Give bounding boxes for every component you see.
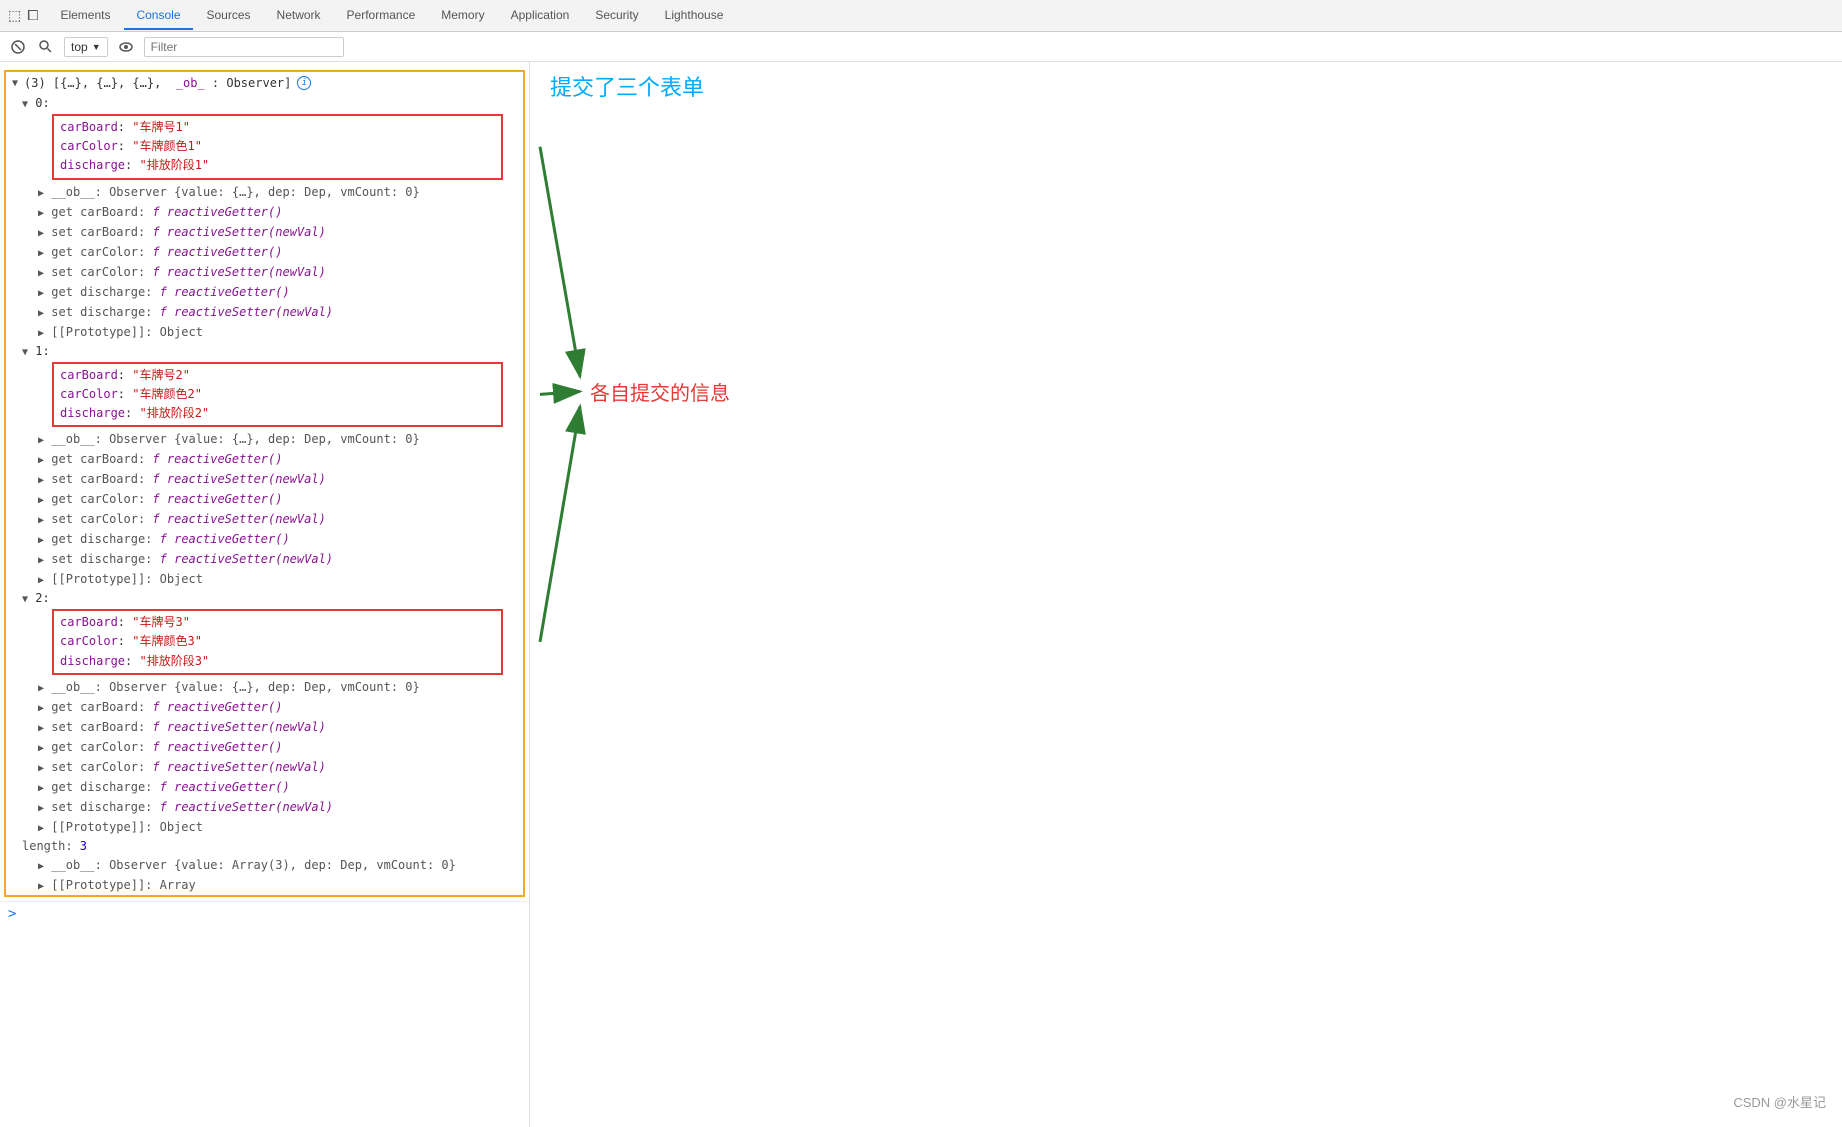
section-0-label[interactable]: ▼ ▼ 0:0:	[22, 94, 523, 112]
obj2-set-discharge[interactable]: ▶ set discharge: f reactiveSetter(newVal…	[38, 797, 523, 817]
ob-bottom-line[interactable]: ▶ __ob__: Observer {value: Array(3), dep…	[22, 855, 523, 875]
obj2-discharge: discharge: "排放阶段3"	[60, 652, 495, 671]
obj2-carcolor: carColor: "车牌颜色3"	[60, 632, 495, 651]
obj0-get-carboard[interactable]: ▶ get carBoard: f reactiveGetter()	[38, 202, 523, 222]
tab-sources[interactable]: Sources	[195, 2, 263, 30]
obj2-prototype[interactable]: ▶ [[Prototype]]: Object	[38, 817, 523, 837]
section-1-label[interactable]: ▼ 1:	[22, 342, 523, 360]
section-0: ▼ ▼ 0:0: carBoard: "车牌号1" carColor: "车牌颜…	[6, 94, 523, 342]
obj1-highlight: carBoard: "车牌号2" carColor: "车牌颜色2" disch…	[52, 362, 503, 428]
device-icon[interactable]: ⧠	[27, 7, 38, 24]
ob-bottom: ▶ __ob__: Observer {value: Array(3), dep…	[6, 855, 523, 895]
obj2-get-discharge[interactable]: ▶ get discharge: f reactiveGetter()	[38, 777, 523, 797]
obj1-get-discharge[interactable]: ▶ get discharge: f reactiveGetter()	[38, 529, 523, 549]
tab-elements[interactable]: Elements	[48, 2, 122, 30]
tab-lighthouse[interactable]: Lighthouse	[653, 2, 736, 30]
array-header[interactable]: ▼ (3) [{…}, {…}, {…}, _ob_ : Observer] i	[6, 72, 523, 94]
obj2-carboard: carBoard: "车牌号3"	[60, 613, 495, 632]
obj0-highlight: carBoard: "车牌号1" carColor: "车牌颜色1" disch…	[52, 114, 503, 180]
annotation-title: 提交了三个表单	[550, 70, 704, 102]
obj1-discharge: discharge: "排放阶段2"	[60, 404, 495, 423]
tab-console[interactable]: Console	[124, 2, 192, 30]
filter-input[interactable]	[144, 37, 344, 57]
tab-security[interactable]: Security	[583, 2, 650, 30]
obj1-prototype[interactable]: ▶ [[Prototype]]: Object	[38, 569, 523, 589]
obj1-carcolor: carColor: "车牌颜色2"	[60, 385, 495, 404]
csdn-watermark: CSDN @水星记	[1733, 1092, 1826, 1111]
obj0-set-carcolor[interactable]: ▶ set carColor: f reactiveSetter(newVal)	[38, 262, 523, 282]
array-triangle: ▼	[12, 78, 18, 89]
tab-application[interactable]: Application	[499, 2, 582, 30]
console-prompt[interactable]: >	[0, 901, 529, 926]
console-panel: ▼ (3) [{…}, {…}, {…}, _ob_ : Observer] i…	[0, 62, 530, 1127]
obj1-carboard: carBoard: "车牌号2"	[60, 366, 495, 385]
obj2-get-carcolor[interactable]: ▶ get carColor: f reactiveGetter()	[38, 737, 523, 757]
obj1-set-carboard[interactable]: ▶ set carBoard: f reactiveSetter(newVal)	[38, 469, 523, 489]
annotation-info: 各自提交的信息	[590, 377, 730, 406]
context-selector[interactable]: top ▼	[64, 37, 108, 57]
obj1-details: ▶ __ob__: Observer {value: {…}, dep: Dep…	[22, 429, 523, 589]
section-2: ▼ 2: carBoard: "车牌号3" carColor: "车牌颜色3" …	[6, 589, 523, 837]
inspect-icon[interactable]: ⬚	[8, 7, 21, 24]
console-content: ▼ (3) [{…}, {…}, {…}, _ob_ : Observer] i…	[0, 62, 1842, 1127]
clear-console-button[interactable]	[8, 37, 28, 57]
info-icon[interactable]: i	[297, 76, 311, 90]
filter-icon-button[interactable]	[36, 37, 56, 57]
tab-network[interactable]: Network	[265, 2, 333, 30]
devtools-tab-bar: ⬚ ⧠ Elements Console Sources Network Per…	[0, 0, 1842, 32]
obj1-set-carcolor[interactable]: ▶ set carColor: f reactiveSetter(newVal)	[38, 509, 523, 529]
obj0-set-discharge[interactable]: ▶ set discharge: f reactiveSetter(newVal…	[38, 302, 523, 322]
obj2-ob[interactable]: ▶ __ob__: Observer {value: {…}, dep: Dep…	[38, 677, 523, 697]
obj2-highlight: carBoard: "车牌号3" carColor: "车牌颜色3" disch…	[52, 609, 503, 675]
obj0-get-discharge[interactable]: ▶ get discharge: f reactiveGetter()	[38, 282, 523, 302]
section-1: ▼ 1: carBoard: "车牌号2" carColor: "车牌颜色2" …	[6, 342, 523, 590]
console-log-area: ▼ (3) [{…}, {…}, {…}, _ob_ : Observer] i…	[0, 62, 529, 930]
obj0-get-carcolor[interactable]: ▶ get carColor: f reactiveGetter()	[38, 242, 523, 262]
obj0-set-carboard[interactable]: ▶ set carBoard: f reactiveSetter(newVal)	[38, 222, 523, 242]
obj1-get-carcolor[interactable]: ▶ get carColor: f reactiveGetter()	[38, 489, 523, 509]
obj2-set-carcolor[interactable]: ▶ set carColor: f reactiveSetter(newVal)	[38, 757, 523, 777]
eye-icon-button[interactable]	[116, 37, 136, 57]
array-output-container: ▼ (3) [{…}, {…}, {…}, _ob_ : Observer] i…	[4, 70, 525, 897]
arrows-svg	[530, 62, 1842, 1127]
obj1-set-discharge[interactable]: ▶ set discharge: f reactiveSetter(newVal…	[38, 549, 523, 569]
obj2-get-carboard[interactable]: ▶ get carBoard: f reactiveGetter()	[38, 697, 523, 717]
console-toolbar: top ▼	[0, 32, 1842, 62]
obj0-carcolor: carColor: "车牌颜色1"	[60, 137, 495, 156]
tab-memory[interactable]: Memory	[429, 2, 496, 30]
obj1-get-carboard[interactable]: ▶ get carBoard: f reactiveGetter()	[38, 449, 523, 469]
obj0-ob[interactable]: ▶ __ob__: Observer {value: {…}, dep: Dep…	[38, 182, 523, 202]
tab-performance[interactable]: Performance	[335, 2, 428, 30]
prompt-arrow: >	[8, 906, 16, 922]
section-2-label[interactable]: ▼ 2:	[22, 589, 523, 607]
obj0-carboard: carBoard: "车牌号1"	[60, 118, 495, 137]
chevron-down-icon: ▼	[92, 42, 101, 52]
obj0-details: ▶ __ob__: Observer {value: {…}, dep: Dep…	[22, 182, 523, 342]
context-label: top	[71, 40, 88, 54]
obj0-prototype[interactable]: ▶ [[Prototype]]: Object	[38, 322, 523, 342]
array-header-text: (3) [{…}, {…}, {…}, _ob_ : Observer]	[24, 76, 291, 90]
obj0-discharge: discharge: "排放阶段1"	[60, 156, 495, 175]
obj2-set-carboard[interactable]: ▶ set carBoard: f reactiveSetter(newVal)	[38, 717, 523, 737]
annotation-panel: 提交了三个表单 各自提交的信息	[530, 62, 1842, 1127]
obj2-details: ▶ __ob__: Observer {value: {…}, dep: Dep…	[22, 677, 523, 837]
prototype-array-line[interactable]: ▶ [[Prototype]]: Array	[22, 875, 523, 895]
length-line: length: 3	[6, 837, 523, 855]
obj1-ob[interactable]: ▶ __ob__: Observer {value: {…}, dep: Dep…	[38, 429, 523, 449]
